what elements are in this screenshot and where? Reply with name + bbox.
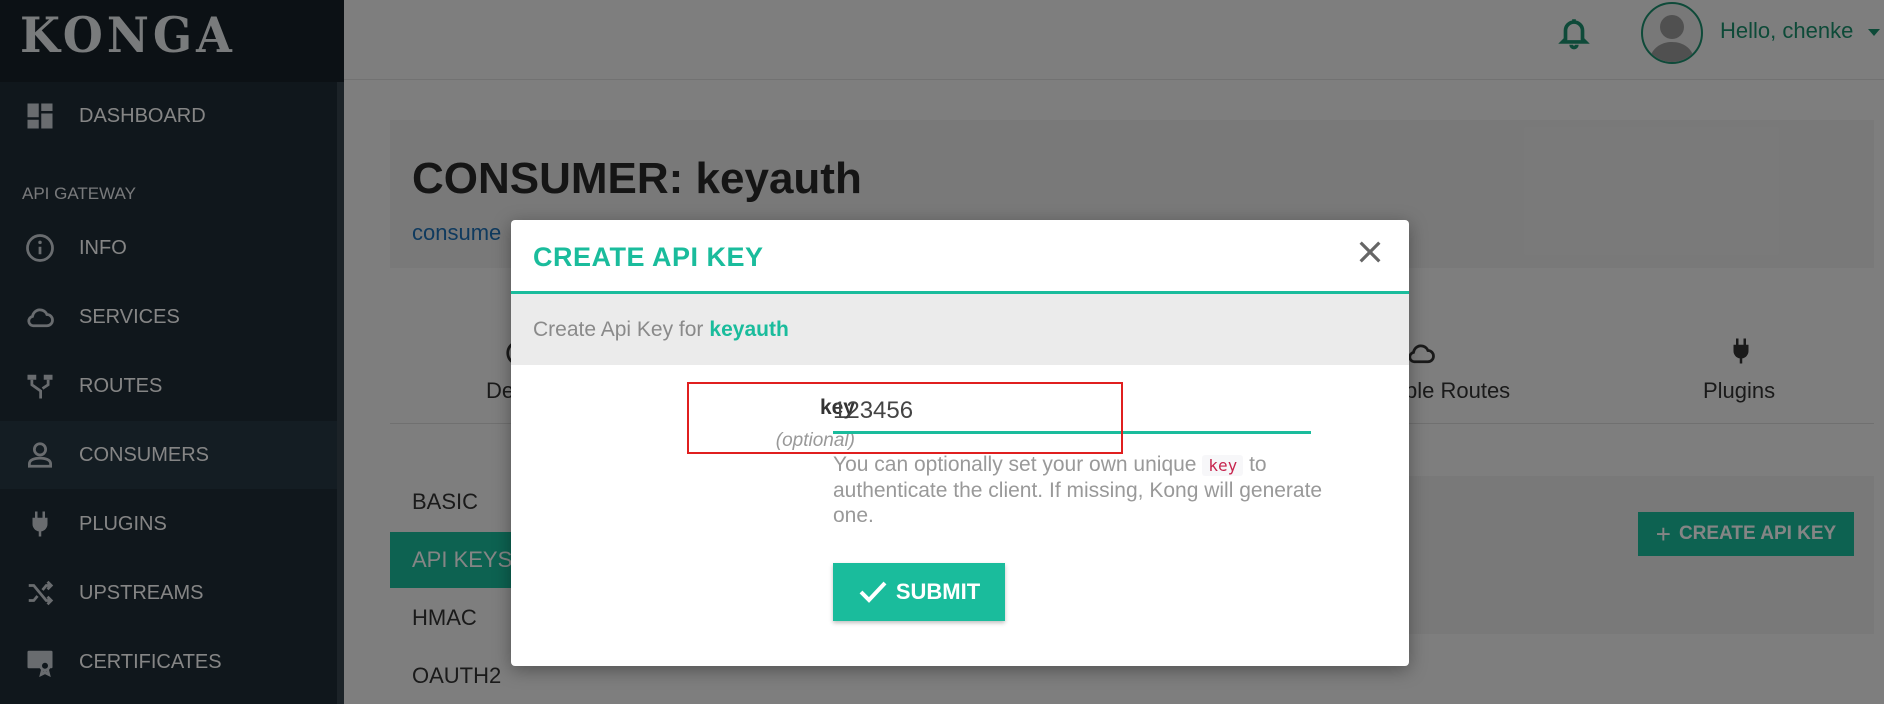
help-text-before: You can optionally set your own unique: [833, 453, 1197, 476]
modal-subheader: Create Api Key for keyauth: [511, 294, 1409, 365]
submit-button[interactable]: SUBMIT: [833, 563, 1005, 621]
consumer-name: keyauth: [709, 317, 789, 341]
check-icon: [859, 581, 887, 603]
key-help-text: You can optionally set your own unique k…: [833, 452, 1333, 528]
help-text-code: key: [1202, 455, 1244, 476]
highlight-box: [687, 382, 1123, 454]
close-icon[interactable]: [1354, 236, 1386, 268]
subheader-prefix: Create Api Key for: [533, 317, 704, 341]
modal-title: CREATE API KEY: [533, 242, 764, 272]
submit-label: SUBMIT: [895, 579, 981, 604]
modal-header: CREATE API KEY: [511, 220, 1409, 294]
